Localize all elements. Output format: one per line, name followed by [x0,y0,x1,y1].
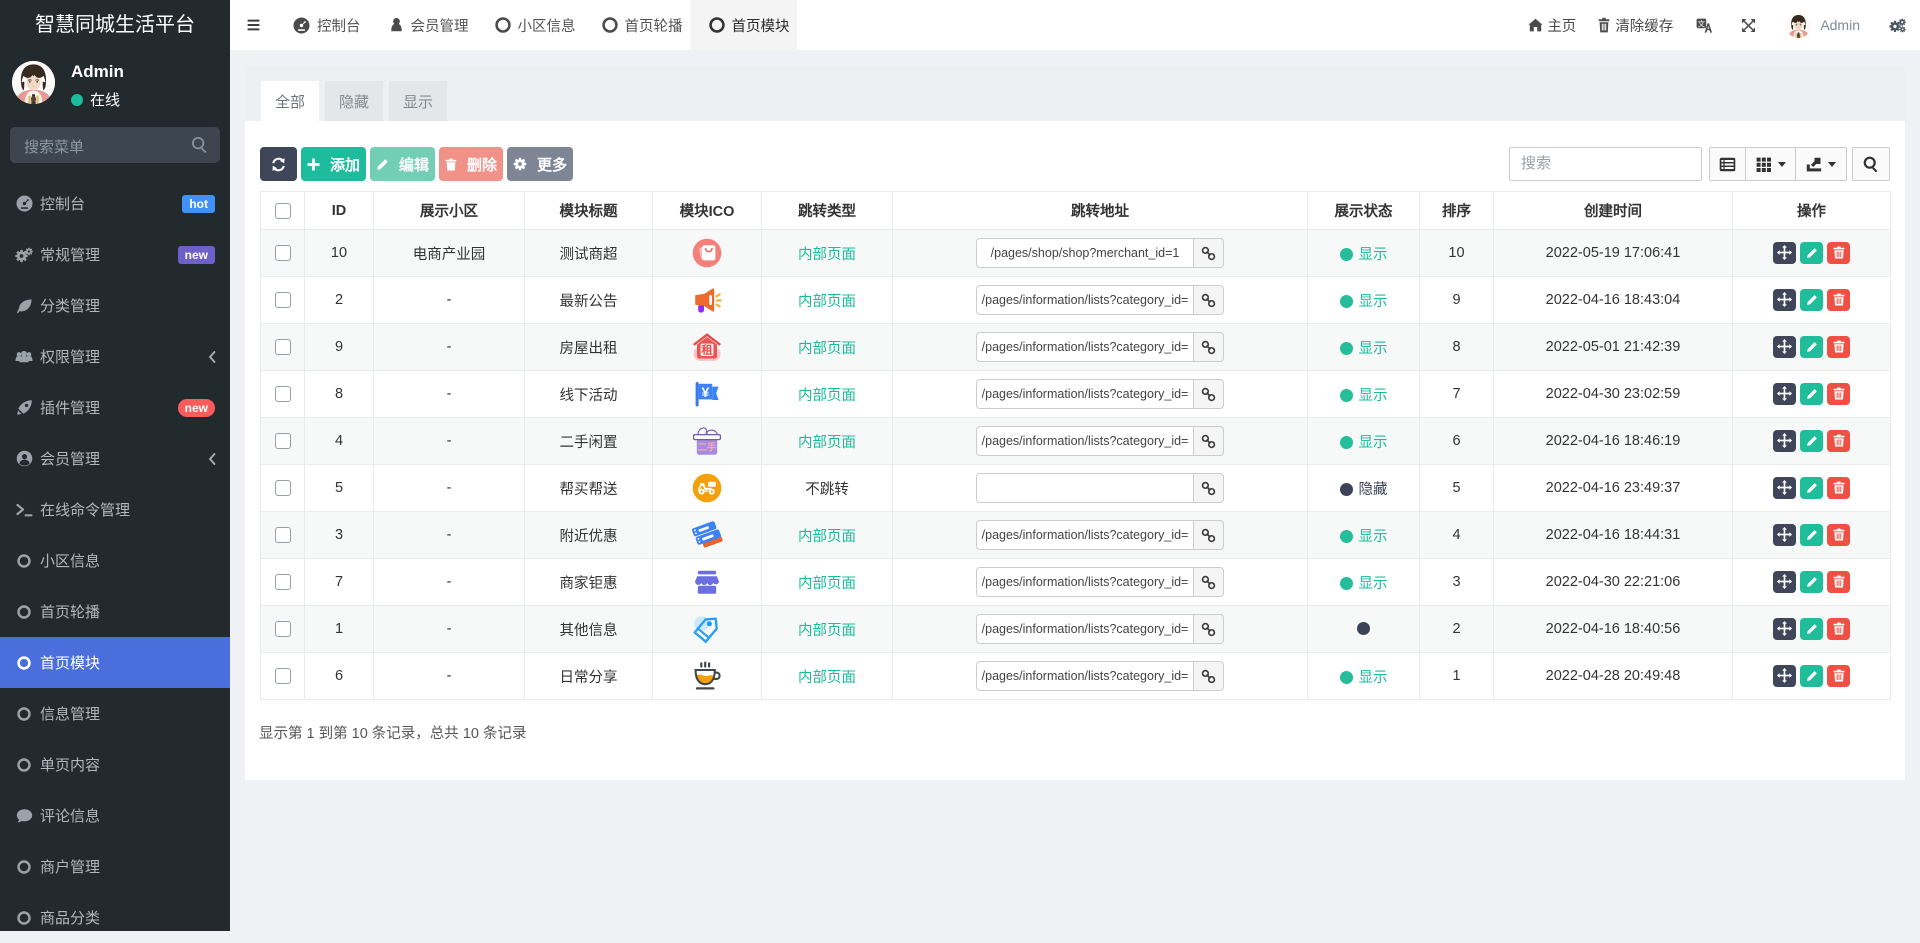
svg-text:租: 租 [702,343,713,356]
svg-text:¥: ¥ [702,384,710,400]
svg-text:文: 文 [1698,18,1706,28]
svg-text:二手: 二手 [697,442,717,454]
